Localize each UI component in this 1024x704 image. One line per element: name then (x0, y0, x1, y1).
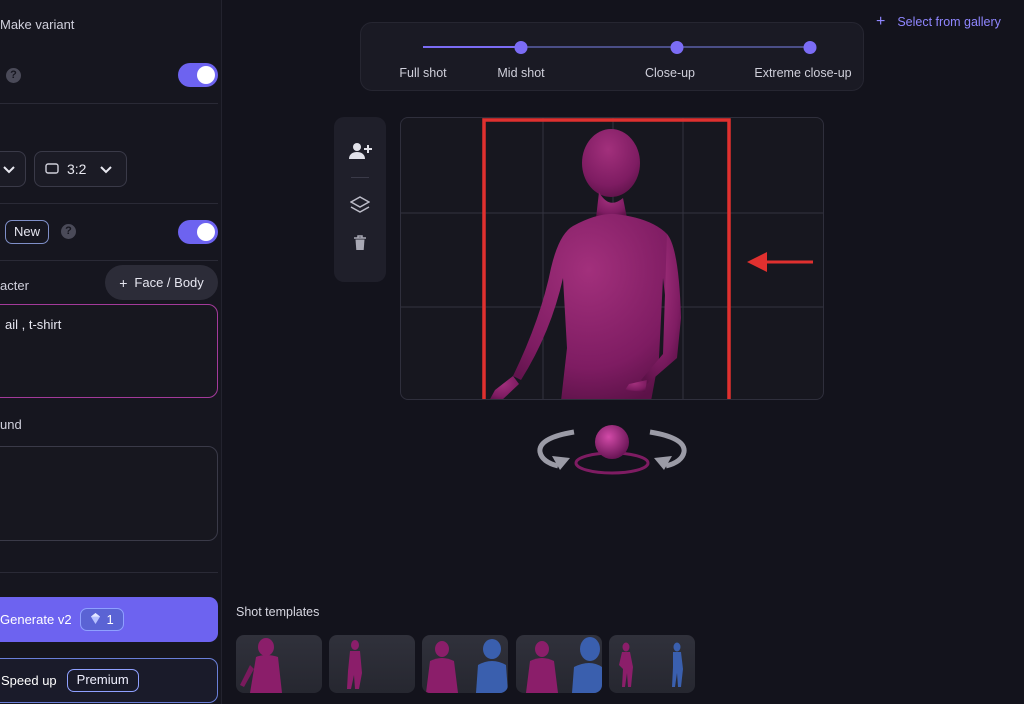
shot-label-extreme[interactable]: Extreme close-up (754, 66, 851, 80)
generate-label: Generate v2 (0, 612, 72, 627)
gem-icon (90, 612, 101, 627)
premium-badge: Premium (66, 669, 139, 692)
credits-badge: 1 (79, 608, 124, 631)
shot-template-thumbnail[interactable] (609, 635, 695, 693)
slider-stop-extreme-close-up[interactable] (803, 41, 817, 54)
rotate-handle[interactable] (595, 425, 629, 459)
slider-stop-mid-shot[interactable] (514, 41, 528, 54)
credits-count: 1 (106, 612, 114, 627)
feature-toggle[interactable] (178, 220, 218, 244)
divider (0, 103, 218, 104)
select-from-gallery-link[interactable]: + Select from gallery (876, 13, 1001, 31)
speed-up-button[interactable]: Speed up Premium (0, 658, 218, 703)
aspect-ratio-select[interactable]: 3:2 (34, 151, 127, 187)
rotate-control[interactable] (530, 418, 694, 480)
gallery-link-label: Select from gallery (897, 15, 1001, 29)
make-variant-toggle[interactable] (178, 63, 218, 87)
plus-icon: + (876, 13, 886, 30)
pose-canvas[interactable] (400, 117, 824, 400)
character-prompt-input[interactable]: ail , t-shirt (0, 304, 218, 398)
trash-icon[interactable] (353, 235, 367, 251)
model-select[interactable] (0, 151, 26, 187)
canvas-toolbar (334, 117, 386, 282)
divider (0, 572, 218, 573)
slider-stop-close-up[interactable] (670, 41, 684, 54)
layers-icon[interactable] (350, 196, 370, 214)
settings-panel: Make variant ? 3:2 New ? acter + Face / … (0, 0, 222, 704)
make-variant-label: Make variant (0, 17, 75, 32)
add-person-icon[interactable] (348, 142, 372, 160)
red-arrow-icon (747, 252, 813, 272)
character-prompt-text: ail , t-shirt (5, 317, 62, 332)
shot-label-mid[interactable]: Mid shot (497, 66, 544, 80)
shot-size-slider[interactable]: Full shot Mid shot Close-up Extreme clos… (360, 22, 864, 91)
divider (0, 260, 218, 261)
divider (0, 203, 218, 204)
3d-mannequin-figure[interactable] (489, 129, 681, 400)
chevron-down-icon (3, 161, 15, 177)
speed-up-label: Speed up (1, 673, 57, 688)
aspect-ratio-value: 3:2 (67, 161, 87, 177)
character-label: acter (0, 278, 29, 293)
shot-label-close-up[interactable]: Close-up (645, 66, 695, 80)
help-icon[interactable]: ? (61, 224, 76, 239)
new-badge: New (5, 220, 50, 244)
help-icon[interactable]: ? (6, 68, 21, 83)
background-label: und (0, 417, 22, 432)
shot-template-thumbnail[interactable] (516, 635, 602, 693)
face-body-button[interactable]: + Face / Body (105, 265, 218, 300)
face-body-label: Face / Body (134, 275, 204, 290)
background-prompt-input[interactable] (0, 446, 218, 541)
toolbar-divider (351, 177, 369, 178)
slider-track (423, 46, 810, 48)
shot-template-thumbnail[interactable] (329, 635, 415, 693)
shot-templates-title: Shot templates (236, 605, 320, 619)
shot-template-thumbnail[interactable] (422, 635, 508, 693)
chevron-down-icon (100, 161, 113, 177)
plus-icon: + (119, 274, 128, 291)
generate-button[interactable]: Generate v2 1 (0, 597, 218, 642)
aspect-ratio-icon (45, 161, 59, 177)
shot-label-full[interactable]: Full shot (399, 66, 446, 80)
shot-template-thumbnail[interactable] (236, 635, 322, 693)
